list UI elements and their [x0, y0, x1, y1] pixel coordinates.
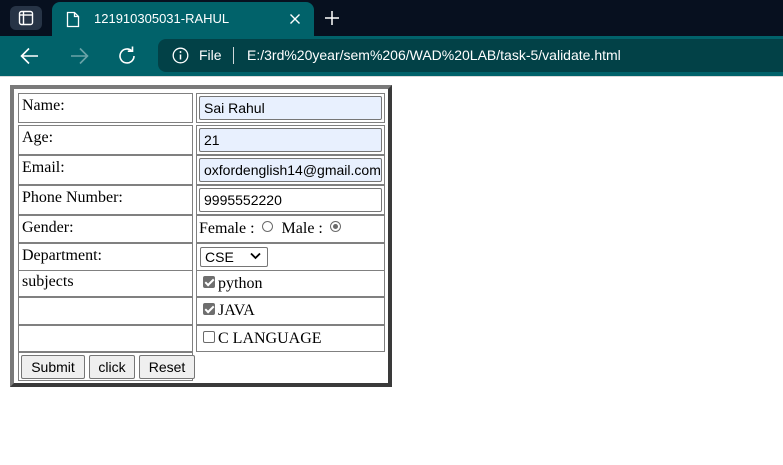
new-tab-button[interactable]: [320, 6, 344, 30]
reload-button[interactable]: [115, 44, 139, 68]
close-icon: [290, 14, 300, 24]
gender-value-cell: Female : Male :: [196, 215, 385, 243]
name-input[interactable]: Sai Rahul: [199, 96, 382, 120]
age-label-cell: Age:: [18, 125, 193, 155]
age-label: Age:: [22, 129, 54, 146]
age-value-cell: 21: [196, 125, 385, 155]
subject-java-cell: JAVA: [196, 297, 385, 325]
age-input[interactable]: 21: [199, 128, 382, 152]
email-input[interactable]: oxfordenglish14@gmail.com: [199, 158, 382, 182]
subjects-label-cell: subjects: [18, 270, 193, 297]
subject-python-cell: python: [196, 270, 385, 297]
address-toolbar: File E:/3rd%20year/sem%206/WAD%20LAB/tas…: [0, 36, 783, 76]
python-checkbox[interactable]: [203, 276, 215, 288]
registration-form-table: Name: Sai Rahul Age: 21 Email: oxfordeng…: [10, 85, 392, 387]
tab-title: 121910305031-RAHUL: [94, 11, 230, 26]
python-label: python: [218, 275, 263, 292]
department-label-cell: Department:: [18, 243, 193, 271]
gender-label: Gender:: [22, 219, 74, 236]
male-radio[interactable]: [329, 221, 341, 232]
address-bar[interactable]: File E:/3rd%20year/sem%206/WAD%20LAB/tas…: [158, 39, 783, 72]
phone-value-cell: 9995552220: [196, 185, 385, 215]
url-text[interactable]: E:/3rd%20year/sem%206/WAD%20LAB/task-5/v…: [247, 47, 621, 63]
reload-icon: [119, 46, 135, 64]
department-select[interactable]: CSE: [200, 247, 268, 267]
department-selected: CSE: [205, 249, 234, 265]
name-label: Name:: [22, 97, 65, 114]
phone-label-cell: Phone Number:: [18, 185, 193, 215]
department-label: Department:: [22, 247, 102, 264]
arrow-left-icon: [20, 47, 38, 65]
chevron-down-icon: [250, 252, 261, 260]
tab-actions-icon: [18, 10, 34, 26]
reset-button[interactable]: Reset: [139, 355, 195, 379]
forward-button[interactable]: [67, 45, 91, 67]
name-label-cell: Name:: [18, 93, 193, 123]
tab-strip: 121910305031-RAHUL: [0, 0, 783, 36]
email-value-cell: oxfordenglish14@gmail.com: [196, 155, 385, 185]
arrow-right-icon: [71, 47, 89, 65]
document-icon: [66, 11, 80, 28]
tab-close-button[interactable]: [286, 10, 304, 28]
female-label: Female :: [199, 220, 255, 237]
browser-tab[interactable]: 121910305031-RAHUL: [52, 2, 314, 36]
back-button[interactable]: [18, 45, 42, 67]
submit-button[interactable]: Submit: [21, 355, 85, 379]
java-label: JAVA: [218, 302, 255, 319]
empty-label-cell: [18, 297, 193, 325]
java-checkbox[interactable]: [203, 303, 215, 315]
email-label: Email:: [22, 159, 65, 176]
content-divider: [0, 76, 783, 77]
gender-label-cell: Gender:: [18, 215, 193, 243]
tab-actions-button[interactable]: [10, 6, 42, 30]
click-button[interactable]: click: [89, 355, 135, 379]
phone-input[interactable]: 9995552220: [199, 188, 382, 212]
department-value-cell: CSE: [196, 243, 385, 271]
empty-label-cell: [18, 325, 193, 352]
c-language-label: C LANGUAGE: [218, 330, 322, 347]
name-value-cell: Sai Rahul: [196, 93, 385, 123]
c-language-checkbox[interactable]: [203, 331, 215, 343]
phone-label: Phone Number:: [22, 189, 123, 206]
email-label-cell: Email:: [18, 155, 193, 185]
female-radio[interactable]: [261, 221, 273, 232]
subjects-label: subjects: [22, 273, 74, 290]
male-label: Male :: [281, 220, 323, 237]
info-icon[interactable]: [172, 47, 189, 64]
subject-c-cell: C LANGUAGE: [196, 325, 385, 352]
buttons-cell: Submit click Reset: [18, 352, 195, 381]
separator: [233, 47, 234, 64]
plus-icon: [325, 11, 339, 25]
scheme-label: File: [199, 47, 222, 63]
